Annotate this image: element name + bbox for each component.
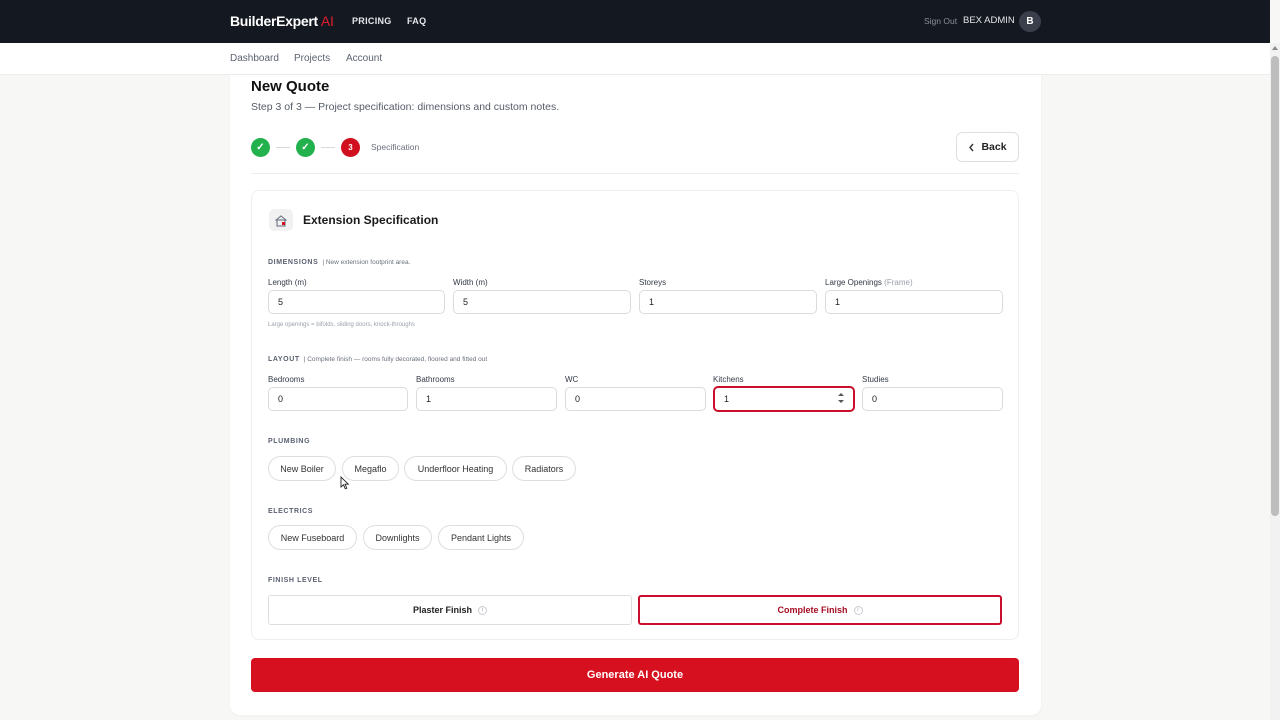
large-openings-input[interactable]: 1 [825, 290, 1003, 314]
kitchens-value: 1 [724, 394, 730, 404]
info-icon[interactable]: i [478, 605, 488, 615]
number-spinner-icon[interactable] [838, 392, 844, 404]
kitchens-label: Kitchens [713, 375, 744, 384]
subnav-projects[interactable]: Projects [294, 53, 330, 64]
plaster-finish-label: Plaster Finish [412, 605, 473, 615]
mouse-cursor-icon [340, 476, 350, 490]
dimensions-section-label: DIMENSIONS | New extension footprint area… [268, 259, 411, 266]
avatar[interactable]: B [1019, 11, 1041, 32]
studies-label: Studies [862, 375, 889, 384]
finish-level-section-label: FINISH LEVEL [268, 577, 323, 584]
scrollbar-thumb[interactable] [1271, 56, 1279, 516]
user-name: BEX ADMIN [963, 15, 1015, 26]
house-icon [269, 209, 293, 231]
chevron-left-icon [969, 143, 974, 151]
bedrooms-label: Bedrooms [268, 375, 305, 384]
step-3-active: 3 [341, 138, 360, 157]
divider [251, 173, 1019, 174]
sub-navbar: Dashboard Projects Account [0, 43, 1270, 75]
back-label: Back [981, 141, 1007, 153]
complete-finish-option[interactable]: Complete Finish i [638, 595, 1002, 625]
chip-megaflo[interactable]: Megaflo [342, 456, 399, 481]
subnav-dashboard[interactable]: Dashboard [230, 53, 279, 64]
large-openings-hint: Large openings = bifolds, sliding doors,… [268, 322, 415, 328]
length-input[interactable]: 5 [268, 290, 445, 314]
bathrooms-label: Bathrooms [416, 375, 455, 384]
step-connector [276, 147, 290, 148]
bedrooms-input[interactable]: 0 [268, 387, 408, 411]
nav-pricing-link[interactable]: PRICING [352, 16, 392, 26]
width-input[interactable]: 5 [453, 290, 631, 314]
kitchens-input[interactable]: 1 [713, 386, 855, 412]
step-1-complete: ✓ [251, 138, 270, 157]
step-connector [321, 147, 335, 148]
studies-input[interactable]: 0 [862, 387, 1003, 411]
storeys-input[interactable]: 1 [639, 290, 817, 314]
generate-ai-quote-button[interactable]: Generate AI Quote [251, 658, 1019, 692]
plumbing-section-label: PLUMBING [268, 438, 311, 445]
page-subtitle: Step 3 of 3 — Project specification: dim… [251, 101, 560, 113]
layout-section-label: LAYOUT | Complete finish — rooms fully de… [268, 356, 488, 363]
page-title: New Quote [251, 78, 330, 95]
spec-title: Extension Specification [303, 213, 439, 227]
chip-underfloor-heating[interactable]: Underfloor Heating [404, 456, 507, 481]
storeys-label: Storeys [639, 278, 667, 287]
spec-panel [251, 190, 1019, 640]
large-openings-label: Large Openings (Frame) [825, 278, 913, 287]
subnav-account[interactable]: Account [346, 53, 382, 64]
step-2-complete: ✓ [296, 138, 315, 157]
chip-pendant-lights[interactable]: Pendant Lights [438, 525, 524, 550]
chip-downlights[interactable]: Downlights [363, 525, 432, 550]
top-navbar: BuilderExpert AI PRICING FAQ Sign Out BEX… [0, 0, 1270, 43]
plaster-finish-option[interactable]: Plaster Finish i [268, 595, 632, 625]
width-label: Width (m) [453, 278, 488, 287]
back-button[interactable]: Back [956, 132, 1019, 162]
nav-faq-link[interactable]: FAQ [407, 16, 426, 26]
length-label: Length (m) [268, 278, 307, 287]
bathrooms-input[interactable]: 1 [416, 387, 557, 411]
sign-out-link[interactable]: Sign Out [924, 16, 957, 26]
chip-new-boiler[interactable]: New Boiler [268, 456, 336, 481]
step-label: Specification [371, 142, 420, 152]
complete-finish-label: Complete Finish [777, 605, 848, 615]
wc-input[interactable]: 0 [565, 387, 706, 411]
scroll-up-arrow-icon[interactable] [1272, 46, 1278, 50]
chip-new-fuseboard[interactable]: New Fuseboard [268, 525, 357, 550]
electrics-section-label: ELECTRICS [268, 508, 314, 515]
chip-radiators[interactable]: Radiators [512, 456, 576, 481]
wc-label: WC [565, 375, 579, 384]
brand-logo[interactable]: BuilderExpert AI [230, 13, 334, 29]
info-icon[interactable]: i [853, 605, 863, 615]
